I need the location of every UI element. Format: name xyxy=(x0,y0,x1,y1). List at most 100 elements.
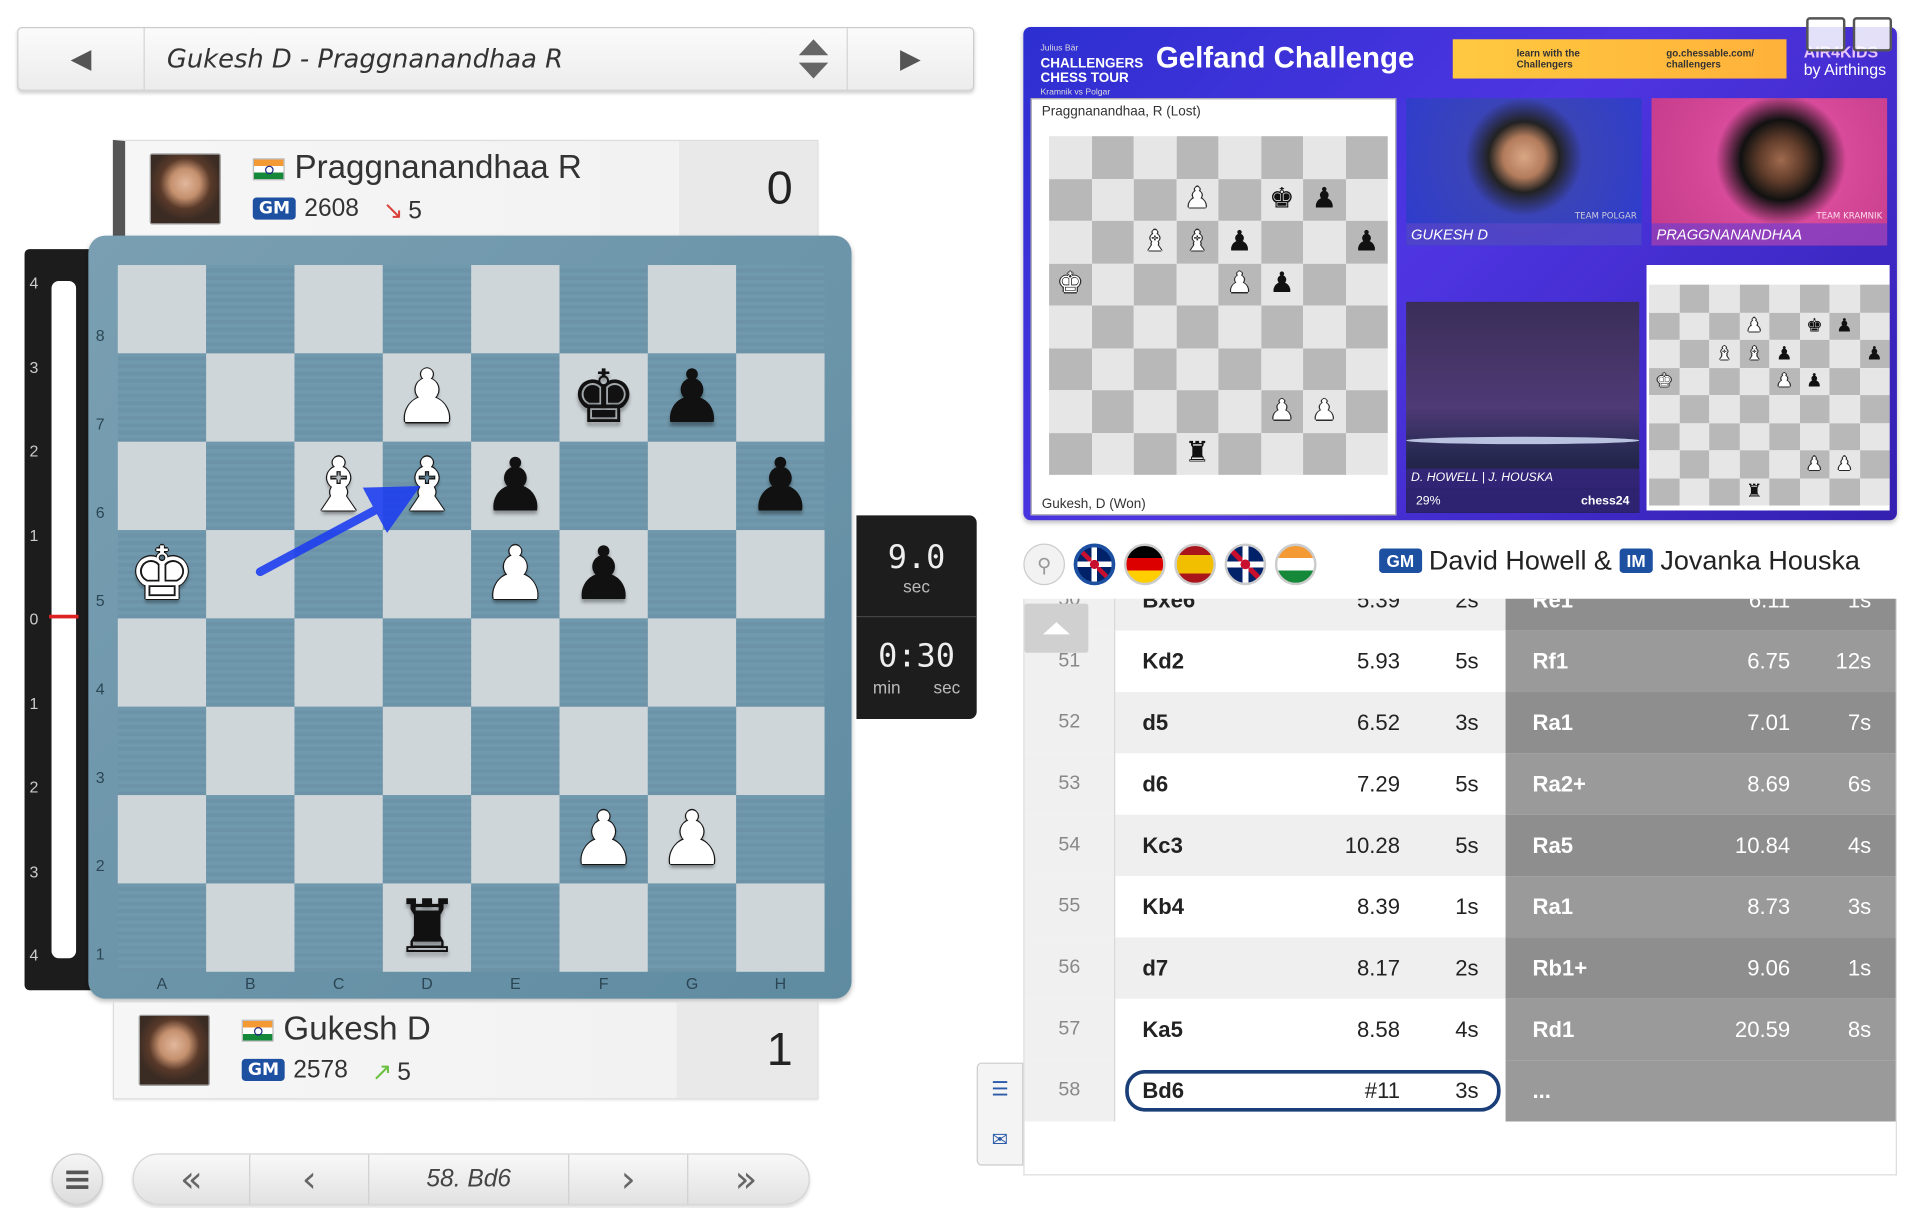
square-b1[interactable] xyxy=(206,883,295,972)
next-move-button[interactable]: › xyxy=(569,1155,687,1204)
white-pawn-icon[interactable]: ♟ xyxy=(482,537,548,611)
video-toggle-icon[interactable]: ⚲ xyxy=(1023,543,1066,586)
white-bishop-icon[interactable]: ♝ xyxy=(394,449,460,523)
black-move[interactable]: Re1 xyxy=(1533,599,1656,613)
white-move[interactable]: Bxe6 xyxy=(1142,599,1277,613)
square-g8[interactable] xyxy=(647,265,737,354)
square-e8[interactable] xyxy=(471,265,560,354)
square-c2[interactable] xyxy=(294,795,383,884)
table-row[interactable]: 53 d6 7.29 5s Ra2+ 8.69 6s xyxy=(1024,753,1896,815)
previous-game-button[interactable]: ◀ xyxy=(18,28,143,89)
fullscreen-icon[interactable] xyxy=(1852,17,1893,52)
square-e6[interactable]: ♟ xyxy=(471,441,560,531)
square-e3[interactable] xyxy=(471,706,560,796)
next-game-button[interactable]: ▶ xyxy=(848,28,973,89)
table-row[interactable]: 52 d5 6.52 3s Ra1 7.01 7s xyxy=(1024,692,1896,754)
player-name[interactable]: Gukesh D xyxy=(283,1010,430,1048)
menu-button[interactable] xyxy=(51,1153,104,1205)
square-d7[interactable]: ♟ xyxy=(382,353,472,442)
india-flag-icon[interactable] xyxy=(1274,543,1317,586)
black-move[interactable]: Ra1 xyxy=(1533,710,1656,736)
black-king-icon[interactable]: ♚ xyxy=(571,361,637,435)
square-d2[interactable] xyxy=(382,795,472,884)
uk-flag-icon[interactable] xyxy=(1073,543,1116,586)
popout-icon[interactable] xyxy=(1806,17,1846,52)
square-f6[interactable] xyxy=(559,441,648,531)
square-f2[interactable]: ♟ xyxy=(559,795,648,884)
square-g5[interactable] xyxy=(647,530,737,619)
table-row[interactable]: 55 Kb4 8.39 1s Ra1 8.73 3s xyxy=(1024,876,1896,938)
square-e1[interactable] xyxy=(471,883,560,972)
square-h4[interactable] xyxy=(736,618,825,707)
white-move[interactable]: Kd2 xyxy=(1142,648,1277,674)
white-move[interactable]: d7 xyxy=(1142,955,1277,981)
table-row[interactable]: 57 Ka5 8.58 4s Rd1 20.59 8s xyxy=(1024,998,1896,1061)
square-a2[interactable] xyxy=(117,795,207,884)
table-row[interactable]: 50 Bxe65.392s Re16.111s xyxy=(1024,598,1896,631)
square-g7[interactable]: ♟ xyxy=(647,353,737,442)
square-b6[interactable] xyxy=(206,441,295,531)
square-a7[interactable] xyxy=(117,353,207,442)
square-e4[interactable] xyxy=(471,618,560,707)
white-move[interactable]: Ka5 xyxy=(1142,1017,1277,1043)
black-move[interactable]: ... xyxy=(1533,1078,1656,1104)
square-h6[interactable]: ♟ xyxy=(736,441,825,531)
square-e2[interactable] xyxy=(471,795,560,884)
square-h5[interactable] xyxy=(736,530,825,619)
square-c4[interactable] xyxy=(294,618,383,707)
square-h1[interactable] xyxy=(736,883,825,972)
scroll-up-button[interactable] xyxy=(1024,603,1089,653)
table-row[interactable]: 54 Kc3 10.28 5s Ra5 10.84 4s xyxy=(1024,814,1896,877)
black-move[interactable]: Ra5 xyxy=(1533,833,1656,859)
black-pawn-icon[interactable]: ♟ xyxy=(747,449,813,523)
moves-table[interactable]: 50 Bxe65.392s Re16.111s 51Kd25.935sRf16.… xyxy=(1023,598,1897,1176)
square-d1[interactable]: ♜ xyxy=(382,883,472,972)
square-a5[interactable]: ♚ xyxy=(117,530,207,619)
square-g2[interactable]: ♟ xyxy=(647,795,737,884)
square-f5[interactable]: ♟ xyxy=(559,530,648,619)
square-f3[interactable] xyxy=(559,706,648,796)
player-name[interactable]: Praggnanandhaa R xyxy=(294,148,581,186)
square-g4[interactable] xyxy=(647,618,737,707)
board-grid[interactable]: ♟ ♚ ♟ ♝ ♝ ♟ ♟ ♚ ♟ ♟ ♟ ♟ ♜ xyxy=(117,265,825,972)
uk-flag-icon[interactable] xyxy=(1224,543,1267,586)
black-move[interactable]: Rb1+ xyxy=(1533,955,1656,981)
square-g1[interactable] xyxy=(647,883,737,972)
square-f8[interactable] xyxy=(559,265,648,354)
square-c6[interactable]: ♝ xyxy=(294,441,383,531)
black-pawn-icon[interactable]: ♟ xyxy=(659,361,725,435)
last-move-button[interactable]: » xyxy=(688,1155,803,1204)
white-pawn-icon[interactable]: ♟ xyxy=(394,361,460,435)
black-rook-icon[interactable]: ♜ xyxy=(394,891,460,965)
square-d5[interactable] xyxy=(382,530,472,619)
black-pawn-icon[interactable]: ♟ xyxy=(482,449,548,523)
white-bishop-icon[interactable]: ♝ xyxy=(306,449,372,523)
square-d4[interactable] xyxy=(382,618,472,707)
white-pawn-icon[interactable]: ♟ xyxy=(659,802,725,876)
square-c1[interactable] xyxy=(294,883,383,972)
square-a4[interactable] xyxy=(117,618,207,707)
square-b4[interactable] xyxy=(206,618,295,707)
square-a8[interactable] xyxy=(117,265,207,354)
previous-move-button[interactable]: ‹ xyxy=(250,1155,368,1204)
germany-flag-icon[interactable] xyxy=(1123,543,1166,586)
chess-board[interactable]: 8 7 6 5 4 3 2 1 ♟ ♚ ♟ ♝ ♝ ♟ ♟ ♚ ♟ ♟ ♟ ♟ ♜ A B C D E F G H xyxy=(88,235,852,999)
square-d8[interactable] xyxy=(382,265,472,354)
white-move[interactable]: d6 xyxy=(1142,771,1277,797)
square-h2[interactable] xyxy=(736,795,825,884)
square-f1[interactable] xyxy=(559,883,648,972)
table-row[interactable]: 51 Kd2 5.93 5s Rf1 6.75 12s xyxy=(1024,630,1896,693)
square-c8[interactable] xyxy=(294,265,383,354)
square-g3[interactable] xyxy=(647,706,737,796)
white-move[interactable]: Kb4 xyxy=(1142,894,1277,920)
square-b3[interactable] xyxy=(206,706,295,796)
table-row[interactable]: 56 d7 8.17 2s Rb1+ 9.06 1s xyxy=(1024,937,1896,999)
square-e7[interactable] xyxy=(471,353,560,442)
square-h8[interactable] xyxy=(736,265,825,354)
black-move[interactable]: Rf1 xyxy=(1533,648,1656,674)
black-move[interactable]: Ra2+ xyxy=(1533,771,1656,797)
square-a3[interactable] xyxy=(117,706,207,796)
square-b2[interactable] xyxy=(206,795,295,884)
square-d6[interactable]: ♝ xyxy=(382,441,472,531)
spain-flag-icon[interactable] xyxy=(1174,543,1216,586)
